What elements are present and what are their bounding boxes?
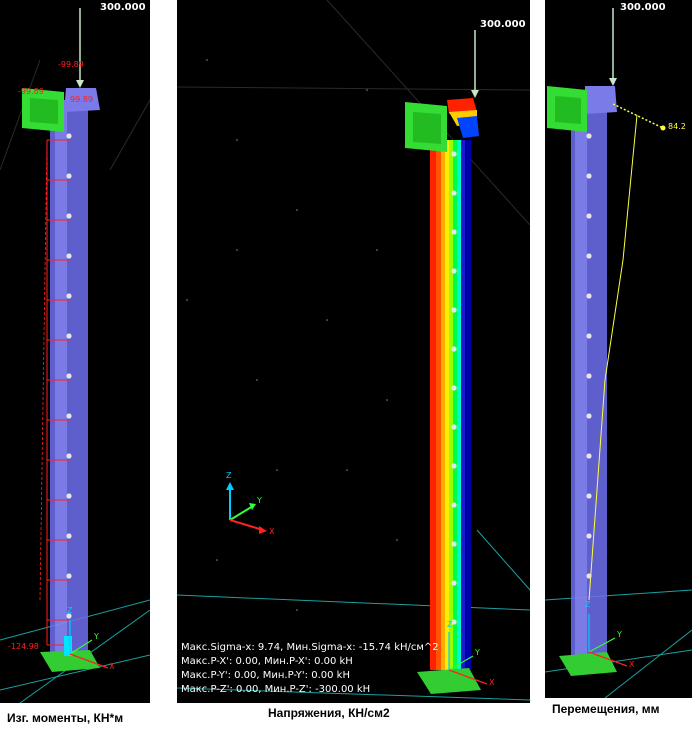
node-dot <box>586 213 592 219</box>
base-plate <box>417 668 481 694</box>
axis-y-label: Y <box>475 648 480 657</box>
displacement-scene <box>545 8 692 698</box>
displacement-viewport[interactable]: 300.000 84.2 Z Y X <box>545 0 692 698</box>
node-dot <box>66 133 72 139</box>
node-dot <box>586 333 592 339</box>
moment-value: -124.98 <box>8 642 39 651</box>
axis-y-label: Y <box>617 630 622 639</box>
stress-viewport[interactable]: 300.000 Z Y X Z Y X Макс.Sigma-x: 9.74, … <box>177 0 530 703</box>
moment-value: -99.89 <box>18 87 44 96</box>
triad-y-label: Y <box>257 496 262 505</box>
node-dot <box>586 573 592 579</box>
node-dot <box>66 173 72 179</box>
background-point <box>296 609 298 611</box>
stress-band <box>430 140 436 670</box>
background-point <box>276 469 278 471</box>
axis-z-label: Z <box>585 600 591 609</box>
node-dot <box>451 463 457 469</box>
node-dot <box>66 373 72 379</box>
node-dot <box>451 541 457 547</box>
moments-viewport[interactable]: 300.000 -99.89 -99.89 99.89 -124.98 Z Y … <box>0 0 150 703</box>
node-dot <box>66 453 72 459</box>
moment-value: -99.89 <box>58 60 84 69</box>
node-dot <box>451 229 457 235</box>
background-point <box>236 139 238 141</box>
base-plate <box>559 652 617 676</box>
node-dot <box>586 173 592 179</box>
moment-value: 99.89 <box>70 95 93 104</box>
node-dot <box>586 533 592 539</box>
column-head <box>585 86 617 114</box>
node-dot <box>66 333 72 339</box>
node-dot <box>451 268 457 274</box>
displacement-value: 84.2 <box>668 122 686 131</box>
node-dot <box>451 502 457 508</box>
background-point <box>216 559 218 561</box>
displacement-caption: Перемещения, мм <box>552 702 660 716</box>
node-dot <box>451 385 457 391</box>
axis-y-label: Y <box>94 632 99 641</box>
background-point <box>186 299 188 301</box>
moments-caption: Изг. моменты, КН*м <box>7 711 124 725</box>
background-point <box>376 249 378 251</box>
background-point <box>236 249 238 251</box>
axis-x-label: X <box>489 678 495 687</box>
axis-x-label: X <box>629 660 635 669</box>
load-label: 300.000 <box>480 19 526 30</box>
background-point <box>326 319 328 321</box>
info-pz: Макс.P-Z': 0.00, Мин.P-Z': -300.00 kH <box>181 684 371 695</box>
node-dot <box>586 493 592 499</box>
node-dot <box>586 293 592 299</box>
info-px: Макс.P-X': 0.00, Мин.P-X': 0.00 kH <box>181 656 353 667</box>
node-dot <box>451 346 457 352</box>
node-dot <box>66 213 72 219</box>
background-point <box>366 89 368 91</box>
node-dot <box>451 307 457 313</box>
background-point <box>386 399 388 401</box>
node-dot <box>451 580 457 586</box>
node-dot <box>586 453 592 459</box>
node-dot <box>66 293 72 299</box>
load-label: 300.000 <box>100 2 146 13</box>
node-dot <box>586 133 592 139</box>
node-dot <box>451 190 457 196</box>
node-dot <box>66 533 72 539</box>
node-dot <box>451 424 457 430</box>
info-sigma: Макс.Sigma-x: 9.74, Мин.Sigma-x: -15.74 … <box>181 642 439 653</box>
background-point <box>206 59 208 61</box>
triad-z-label: Z <box>226 471 232 480</box>
background-point <box>396 539 398 541</box>
axis-z-label: Z <box>67 606 73 615</box>
node-dot <box>66 573 72 579</box>
background-point <box>296 209 298 211</box>
node-dot <box>66 413 72 419</box>
node-dot <box>586 413 592 419</box>
background-point <box>346 469 348 471</box>
axis-x-label: X <box>109 662 115 671</box>
node-dot <box>66 253 72 259</box>
axis-z-label: Z <box>447 620 453 629</box>
stress-caption: Напряжения, КН/см2 <box>268 706 390 720</box>
node-dot <box>586 253 592 259</box>
node-dot <box>451 151 457 157</box>
stress-scene <box>177 0 530 701</box>
triad-x-label: X <box>269 527 275 536</box>
node-dot <box>586 373 592 379</box>
node-dot <box>66 493 72 499</box>
background-point <box>256 379 258 381</box>
moments-scene <box>0 8 150 703</box>
load-label: 300.000 <box>620 2 666 13</box>
axis-triad <box>226 482 267 534</box>
info-py: Макс.P-Y': 0.00, Мин.P-Y': 0.00 kH <box>181 670 350 681</box>
